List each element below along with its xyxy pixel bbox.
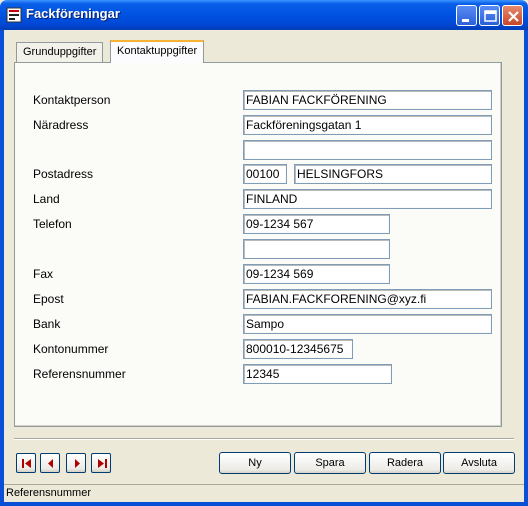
postal-address-label: Postadress [33,167,94,181]
street-address-field[interactable]: Fackföreningsgatan 1 [243,115,492,135]
maximize-icon [484,10,497,22]
tab-kontaktuppgifter[interactable]: Kontaktuppgifter [110,40,205,63]
contact-person-label: Kontaktperson [33,93,111,107]
window-title: Fackföreningar [26,6,120,21]
delete-button[interactable]: Radera [369,452,441,474]
previous-record-button[interactable] [40,453,60,473]
close-button[interactable] [502,5,523,26]
street-address-label: Näradress [33,118,89,132]
close-icon [508,11,519,22]
minimize-icon [462,19,469,22]
postal-city-field[interactable]: HELSINGFORS [294,164,492,184]
tab-label: Grunduppgifter [23,46,97,58]
phone-field[interactable]: 09-1234 567 [243,214,390,234]
bank-label: Bank [33,317,61,331]
separator [14,438,514,440]
status-bar: Referensnummer [4,484,524,502]
app-icon [6,7,22,23]
phone-2-field[interactable] [243,239,390,259]
email-label: Epost [33,292,64,306]
previous-record-icon [48,459,53,468]
title-bar[interactable]: Fackföreningar [0,0,528,30]
contact-person-field[interactable]: FABIAN FACKFÖRENING [243,90,492,110]
tab-grunduppgifter[interactable]: Grunduppgifter [16,42,104,62]
email-field[interactable]: FABIAN.FACKFORENING@xyz.fi [243,289,492,309]
exit-button[interactable]: Avsluta [443,452,515,474]
first-record-button[interactable] [16,453,36,473]
tab-label: Kontaktuppgifter [117,45,198,57]
country-label: Land [33,192,60,206]
fax-field[interactable]: 09-1234 569 [243,264,390,284]
save-button[interactable]: Spara [294,452,366,474]
fax-label: Fax [33,267,54,281]
minimize-button[interactable] [456,5,477,26]
reference-number-label: Referensnummer [33,367,126,381]
country-field[interactable]: FINLAND [243,189,492,209]
phone-label: Telefon [33,217,72,231]
next-record-icon [75,459,80,468]
last-record-button[interactable] [91,453,111,473]
next-record-button[interactable] [66,453,86,473]
window-frame-left [0,30,4,506]
account-number-field[interactable]: 800010-12345675 [243,339,353,359]
new-button[interactable]: Ny [219,452,291,474]
last-record-icon [98,459,107,468]
status-text: Referensnummer [6,487,91,499]
postal-code-field[interactable]: 00100 [243,164,287,184]
reference-number-field[interactable]: 12345 [243,364,392,384]
window-frame-bottom [0,502,528,506]
window-frame-right [524,30,528,506]
bank-field[interactable]: Sampo [243,314,492,334]
first-record-icon [22,459,31,468]
street-address-2-field[interactable] [243,140,492,160]
maximize-button[interactable] [479,5,500,26]
account-number-label: Kontonummer [33,342,109,356]
